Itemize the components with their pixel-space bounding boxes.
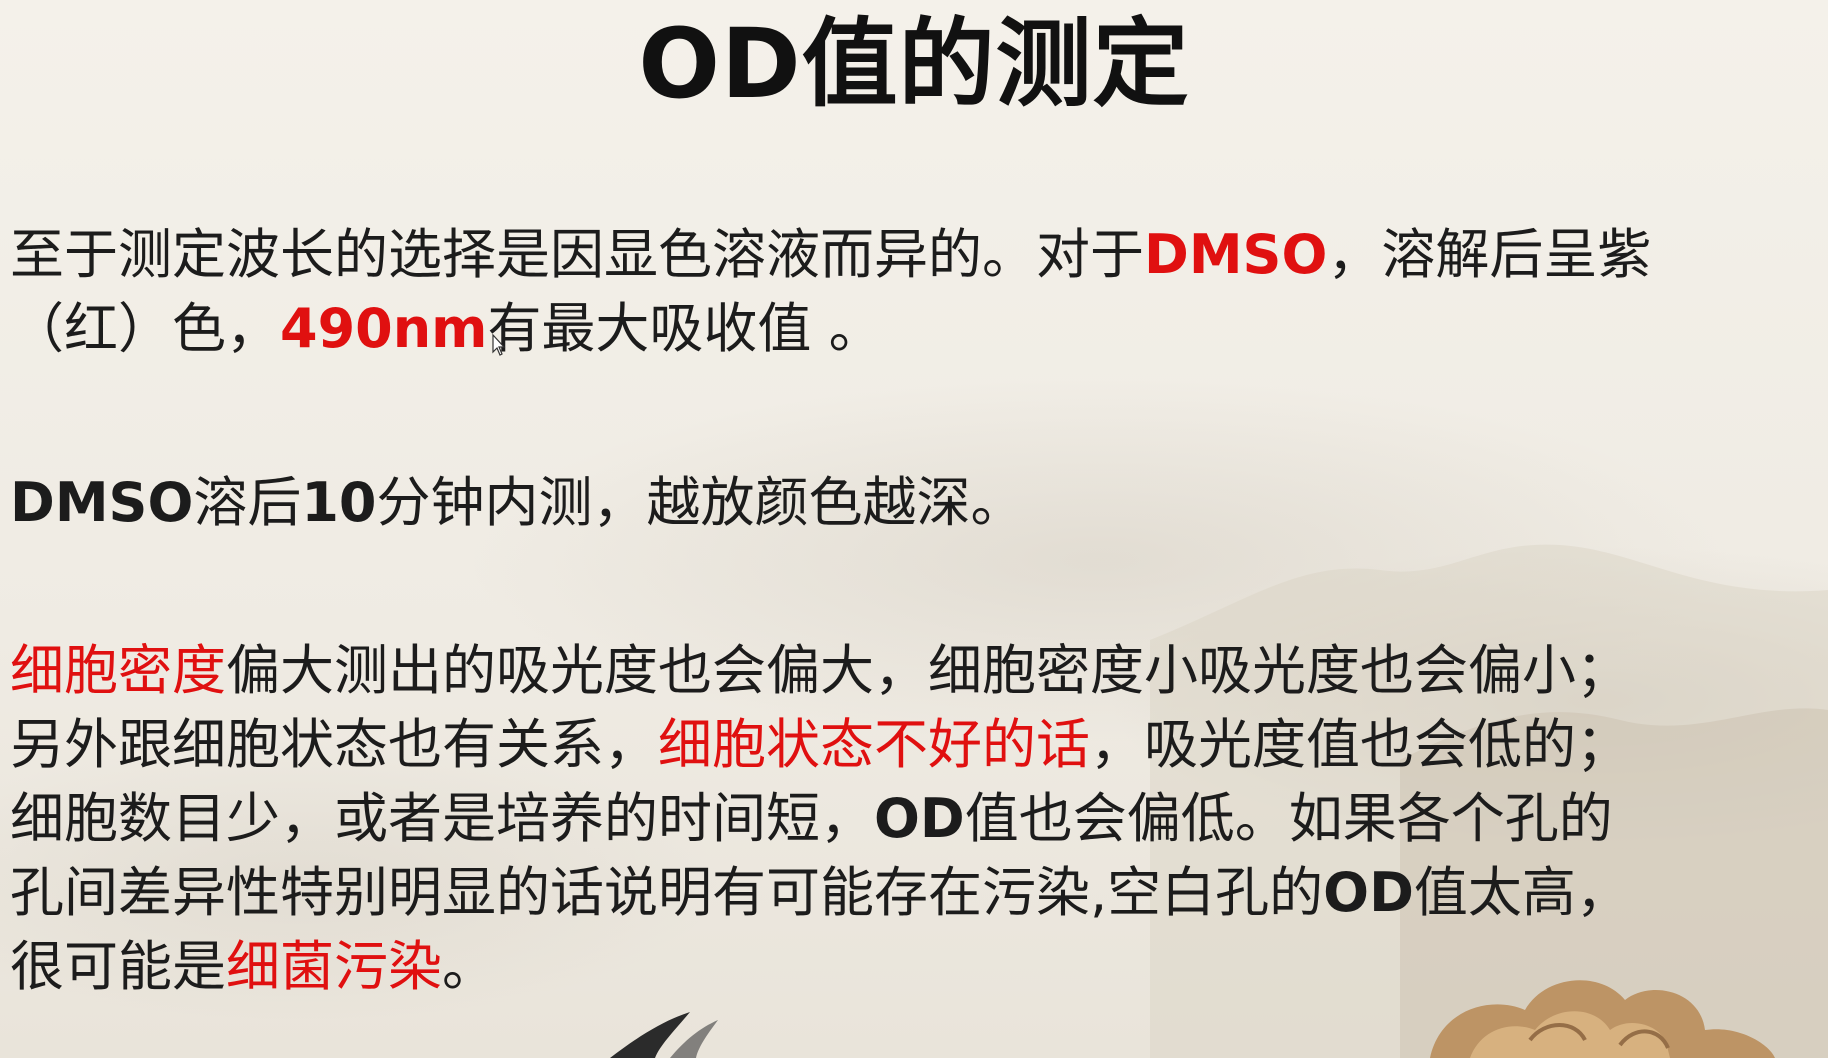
text-span: ，溶解后呈紫 [1327, 223, 1652, 286]
slide-background: OD值的测定 至于测定波长的选择是因显色溶液而异的。对于DMSO，溶解后呈紫 （… [0, 0, 1828, 1058]
paragraph-line: 细胞数目少，或者是培养的时间短，OD值也会偏低。如果各个孔的 [10, 782, 1630, 856]
highlight-cell-state: 细胞状态不好的话 [658, 713, 1090, 776]
text-span: 值也会偏低。如果各个孔的 [964, 787, 1613, 850]
bold-od: OD [1323, 861, 1414, 924]
text-span: 孔间差异性特别明显的话说明有可能存在污染,空白孔的 [10, 861, 1324, 924]
text-span: （红）色， [10, 297, 280, 360]
text-span: 至于测定波长的选择是因显色溶液而异的。对于 [10, 223, 1144, 286]
paragraph-line: DMSO溶后10分钟内测，越放颜色越深。 [10, 466, 1025, 540]
ink-brush-stroke [610, 1012, 690, 1058]
text-span: 。 [442, 935, 496, 998]
paragraph-line: 很可能是细菌污染。 [10, 930, 1630, 1004]
paragraph-timing: DMSO溶后10分钟内测，越放颜色越深。 [10, 466, 1025, 540]
bold-od: OD [874, 787, 965, 850]
highlight-dmso: DMSO [1144, 223, 1328, 286]
highlight-wavelength: 490nm [280, 297, 488, 360]
paragraph-line: 细胞密度偏大测出的吸光度也会偏大，细胞密度小吸光度也会偏小； [10, 634, 1630, 708]
paragraph-line: 另外跟细胞状态也有关系，细胞状态不好的话，吸光度值也会低的； [10, 708, 1630, 782]
text-span: 分钟内测，越放颜色越深。 [376, 471, 1025, 534]
text-span: 细胞数目少，或者是培养的时间短， [10, 787, 874, 850]
bold-minutes: 10 [301, 471, 377, 534]
text-span: 另外跟细胞状态也有关系， [10, 713, 658, 776]
highlight-cell-density: 细胞密度 [10, 639, 226, 702]
text-span: 溶后 [193, 471, 302, 534]
text-span: 很可能是 [10, 935, 226, 998]
paragraph-density: 细胞密度偏大测出的吸光度也会偏大，细胞密度小吸光度也会偏小； 另外跟细胞状态也有… [10, 634, 1630, 1004]
text-span: 偏大测出的吸光度也会偏大，细胞密度小吸光度也会偏小； [226, 639, 1630, 702]
text-span: 值太高， [1413, 861, 1630, 924]
text-span: ，吸光度值也会低的； [1090, 713, 1630, 776]
text-span: 有最大吸收值 。 [487, 297, 883, 360]
paragraph-line: 孔间差异性特别明显的话说明有可能存在污染,空白孔的OD值太高， [10, 856, 1630, 930]
highlight-bacterial-contamination: 细菌污染 [226, 935, 442, 998]
paragraph-line: （红）色，490nm有最大吸收值 。 [10, 292, 1651, 366]
paragraph-wavelength: 至于测定波长的选择是因显色溶液而异的。对于DMSO，溶解后呈紫 （红）色，490… [10, 218, 1651, 366]
mouse-pointer-icon [492, 334, 506, 356]
paragraph-line: 至于测定波长的选择是因显色溶液而异的。对于DMSO，溶解后呈紫 [10, 218, 1651, 292]
slide-title: OD值的测定 [638, 8, 1190, 120]
bold-dmso: DMSO [10, 471, 194, 534]
